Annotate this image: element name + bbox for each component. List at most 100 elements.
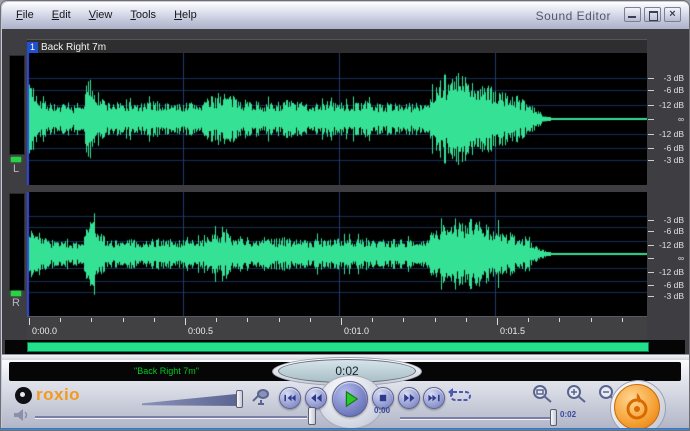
menu-view[interactable]: View: [89, 9, 113, 21]
db-label: -3 dB: [655, 291, 684, 301]
ruler-minor-tick: [91, 318, 92, 322]
ruler-time-label: 0:01.0: [344, 326, 369, 336]
db-tick: [648, 148, 654, 149]
db-label: -6 dB: [655, 143, 684, 153]
waveform-right-channel[interactable]: [27, 192, 647, 316]
db-tick: [648, 231, 654, 232]
fast-forward-button[interactable]: [398, 387, 420, 409]
ruler-minor-tick: [247, 318, 248, 322]
time-ruler[interactable]: 0:00.0 0:00.5 0:01.0 0:01.5: [27, 316, 647, 341]
scrollbar-track: [5, 340, 685, 354]
ruler-minor-tick: [591, 318, 592, 322]
db-label: -3 dB: [655, 73, 684, 83]
db-tick: [648, 105, 654, 106]
player-panel: "Back Right 7m" 0:02 roxio: [2, 360, 689, 429]
db-tick: [648, 296, 654, 297]
speaker-icon[interactable]: [13, 407, 30, 428]
db-tick: [648, 134, 654, 135]
zoom-in-button[interactable]: [564, 384, 588, 409]
db-label: -3 dB: [655, 155, 684, 165]
db-tick: [648, 119, 654, 120]
db-label: -12 dB: [655, 267, 684, 277]
db-label: ∞: [655, 253, 684, 263]
db-label: -6 dB: [655, 85, 684, 95]
roxio-brand-text: roxio: [36, 385, 80, 405]
ruler-minor-tick: [310, 318, 311, 322]
ruler-minor-tick: [216, 318, 217, 322]
db-label: -12 dB: [655, 100, 684, 110]
window-title: Sound Editor: [536, 9, 611, 23]
db-scale: -3 dB-6 dB-12 dB∞-12 dB-6 dB-3 dB-3 dB-6…: [647, 53, 687, 340]
restore-button[interactable]: [644, 7, 661, 22]
ruler-minor-tick: [60, 318, 61, 322]
ruler-major-tick: [29, 318, 30, 325]
menu-help[interactable]: Help: [174, 9, 197, 21]
progress-groove[interactable]: [400, 417, 554, 420]
ruler-time-label: 0:00.5: [188, 326, 213, 336]
db-label: ∞: [655, 114, 684, 124]
menu-edit[interactable]: Edit: [52, 9, 71, 21]
clip-title-text: "Back Right 7m": [69, 366, 264, 376]
window-controls: ×: [624, 7, 681, 22]
ruler-major-tick: [341, 318, 342, 325]
zoom-scrollbar[interactable]: [27, 342, 649, 352]
ruler-minor-tick: [123, 318, 124, 322]
ruler-major-tick: [185, 318, 186, 325]
db-label: -3 dB: [655, 215, 684, 225]
roxio-logo-icon: [15, 387, 32, 404]
progress-slider-handle[interactable]: [550, 409, 557, 426]
db-tick: [648, 245, 654, 246]
ruler-minor-tick: [622, 318, 623, 322]
db-label: -12 dB: [655, 129, 684, 139]
ruler-minor-tick: [559, 318, 560, 322]
duration-time-label: 0:02: [560, 410, 576, 419]
skip-end-button[interactable]: [423, 387, 445, 409]
db-tick: [648, 160, 654, 161]
menu-bar: File Edit View Tools Help: [16, 9, 197, 21]
ruler-minor-tick: [279, 318, 280, 322]
db-tick: [648, 220, 654, 221]
position-time-label: 0:00: [374, 406, 390, 415]
db-tick: [648, 78, 654, 79]
ruler-minor-tick: [466, 318, 467, 322]
right-channel-label: R: [9, 297, 23, 309]
record-mic-icon[interactable]: [250, 388, 272, 411]
ruler-time-label: 0:01.5: [500, 326, 525, 336]
loop-button[interactable]: [447, 387, 474, 410]
seek-slider-handle[interactable]: [308, 407, 316, 425]
db-label: -12 dB: [655, 240, 684, 250]
menu-file[interactable]: File: [16, 9, 34, 21]
waveform-panel: 1 Back Right 7m L R -3 dB-6 dB-12 dB∞-12…: [2, 29, 689, 356]
db-label: -6 dB: [655, 280, 684, 290]
left-level-meter: [9, 55, 25, 155]
ruler-minor-tick: [435, 318, 436, 322]
sound-editor-window: File Edit View Tools Help Sound Editor × 1 B…: [0, 0, 690, 431]
rewind-button[interactable]: [305, 387, 327, 409]
track-label-bar[interactable]: 1 Back Right 7m: [27, 39, 647, 54]
roxio-home-button[interactable]: [614, 384, 660, 430]
restore-icon: [649, 11, 658, 21]
volume-slider-handle[interactable]: [236, 390, 243, 408]
minimize-button[interactable]: [624, 7, 641, 22]
right-meter-led: [11, 291, 21, 296]
db-tick: [648, 285, 654, 286]
zoom-selection-button[interactable]: [530, 384, 554, 409]
play-button[interactable]: [332, 381, 368, 417]
close-button[interactable]: ×: [664, 7, 681, 22]
menu-tools[interactable]: Tools: [130, 9, 156, 21]
ruler-minor-tick: [528, 318, 529, 322]
db-tick: [648, 90, 654, 91]
minimize-icon: [628, 16, 636, 18]
db-label: -6 dB: [655, 226, 684, 236]
volume-wedge[interactable]: [142, 393, 240, 406]
waveform-left-channel[interactable]: [27, 53, 647, 185]
db-tick: [648, 258, 654, 259]
track-name: Back Right 7m: [41, 42, 106, 53]
ruler-major-tick: [497, 318, 498, 325]
seek-groove[interactable]: [35, 416, 307, 419]
track-number-badge: 1: [27, 42, 38, 53]
title-bar: File Edit View Tools Help Sound Editor ×: [2, 2, 689, 30]
ruler-time-label: 0:00.0: [32, 326, 57, 336]
left-meter-led: [11, 157, 21, 162]
skip-start-button[interactable]: [279, 387, 301, 409]
